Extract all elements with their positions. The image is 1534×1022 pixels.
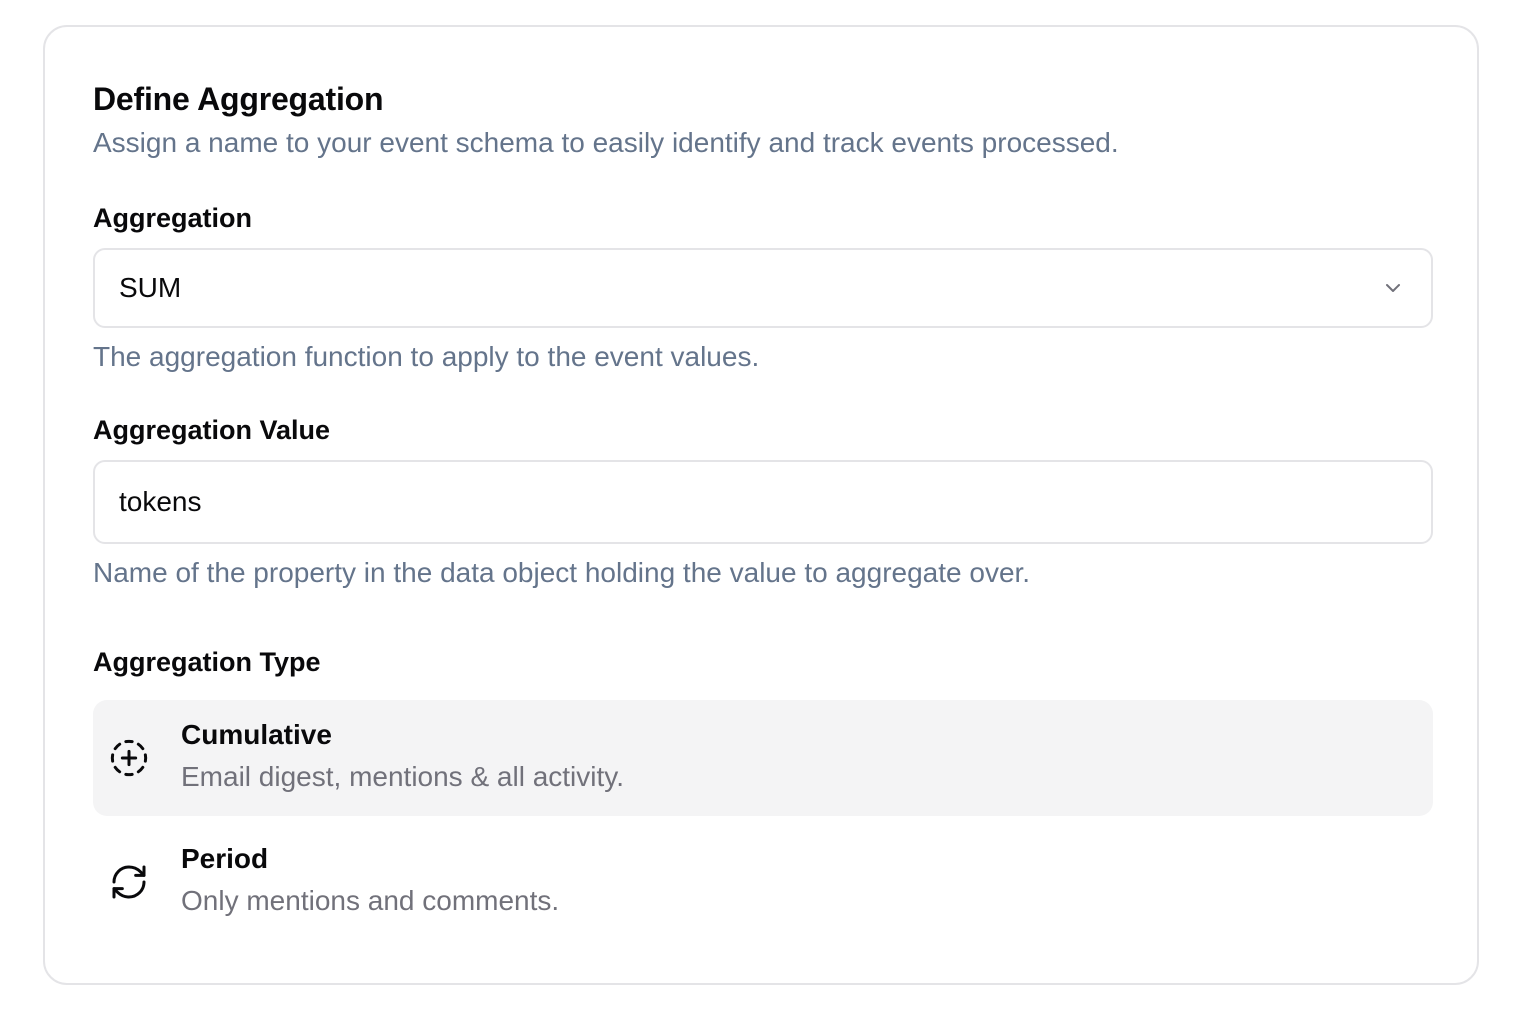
aggregation-type-label: Aggregation Type xyxy=(93,647,321,677)
option-title: Cumulative xyxy=(181,719,332,750)
aggregation-value-label: Aggregation Value xyxy=(93,415,331,445)
option-description: Only mentions and comments. xyxy=(181,885,560,916)
aggregation-value-help: Name of the property in the data object … xyxy=(93,557,1031,588)
option-title: Period xyxy=(181,843,269,874)
card-subtitle: Assign a name to your event schema to ea… xyxy=(93,127,1119,158)
aggregation-help: The aggregation function to apply to the… xyxy=(93,341,760,372)
aggregation-card: Define Aggregation Assign a name to your… xyxy=(43,25,1479,985)
aggregation-type-option-cumulative[interactable]: Cumulative Email digest, mentions & all … xyxy=(93,700,1433,816)
aggregation-select-value: SUM xyxy=(119,272,182,303)
chevron-down-icon xyxy=(1386,284,1400,292)
refresh-icon xyxy=(112,865,146,899)
aggregation-label: Aggregation xyxy=(93,203,252,233)
aggregation-select[interactable]: SUM xyxy=(93,248,1433,328)
aggregation-type-option-period[interactable]: Period Only mentions and comments. xyxy=(93,824,1433,940)
circle-dashed-plus-icon xyxy=(110,739,148,777)
aggregation-value-input[interactable]: tokens xyxy=(93,460,1433,544)
card-title: Define Aggregation xyxy=(93,81,384,117)
option-description: Email digest, mentions & all activity. xyxy=(181,761,624,792)
aggregation-value-text: tokens xyxy=(119,486,202,517)
